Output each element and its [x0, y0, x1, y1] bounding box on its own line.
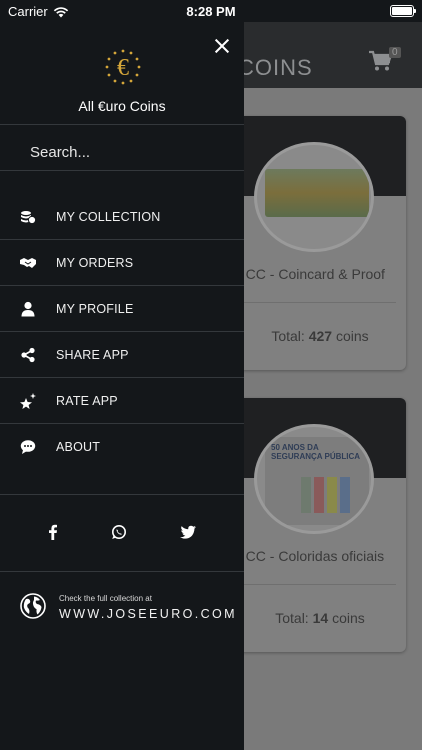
close-button[interactable] [214, 38, 230, 54]
menu-label: RATE APP [56, 394, 118, 408]
menu-label: SHARE APP [56, 348, 129, 362]
menu-label: ABOUT [56, 440, 101, 454]
background-screen: COINS 0 € CC - Coincard & Proof Total: 4… [244, 22, 422, 750]
card-total: Total: 14 coins [275, 610, 365, 626]
menu-label: MY PROFILE [56, 302, 134, 316]
chat-bubble-icon [20, 440, 36, 454]
collection-card[interactable]: 50 ANOS DA SEGURANÇA PÚBLICA € CC - Colo… [244, 398, 406, 652]
clock: 8:28 PM [186, 4, 236, 19]
background-title: COINS [244, 55, 313, 80]
handshake-icon [20, 258, 36, 268]
menu-item-my-profile[interactable]: MY PROFILE [0, 286, 244, 332]
card-title: € CC - Coincard & Proof [244, 266, 385, 282]
battery-icon [390, 5, 416, 17]
globe-icon [20, 593, 46, 619]
card-total: Total: 427 coins [271, 328, 369, 344]
menu-item-rate-app[interactable]: RATE APP [0, 378, 244, 424]
status-bar: Carrier 8:28 PM [0, 0, 422, 22]
twitter-icon[interactable] [180, 524, 196, 540]
facebook-icon[interactable] [45, 524, 61, 540]
background-header: COINS 0 [244, 22, 422, 88]
collection-card[interactable]: € CC - Coincard & Proof Total: 427 coins [244, 116, 406, 370]
menu-label: MY COLLECTION [56, 210, 161, 224]
euro-logo-icon: € [105, 49, 141, 85]
coin-image: 50 ANOS DA SEGURANÇA PÚBLICA [254, 424, 374, 534]
share-icon [21, 347, 35, 363]
cart-count-badge: 0 [389, 47, 401, 58]
menu-label: MY ORDERS [56, 256, 134, 270]
svg-text:€: € [117, 55, 129, 81]
search-input[interactable] [30, 140, 220, 164]
coin-image [254, 142, 374, 252]
menu-item-my-collection[interactable]: MY COLLECTION [0, 194, 244, 240]
menu-item-my-orders[interactable]: MY ORDERS [0, 240, 244, 286]
footer-caption: Check the full collection at [59, 594, 152, 603]
card-title: € CC - Coloridas oficiais [244, 548, 385, 564]
side-drawer: € All €uro Coins MY COLLECTION MY ORDERS… [0, 22, 244, 750]
app-name: All €uro Coins [78, 98, 166, 114]
menu-item-about[interactable]: ABOUT [0, 424, 244, 470]
menu-item-share-app[interactable]: SHARE APP [0, 332, 244, 378]
user-icon [21, 301, 35, 317]
website-link[interactable]: WWW.JOSEEURO.COM [59, 607, 237, 621]
coins-stack-icon [21, 211, 36, 225]
sparkle-star-icon [20, 393, 36, 409]
whatsapp-icon[interactable] [111, 524, 127, 540]
